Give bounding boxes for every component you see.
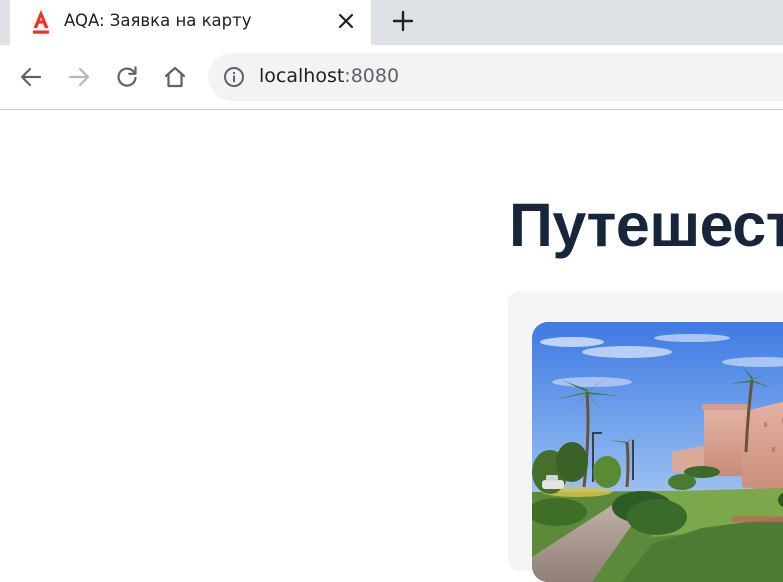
page-title: Путешест <box>509 191 783 259</box>
address-url[interactable]: localhost:8080 <box>259 65 399 87</box>
product-card <box>508 291 783 582</box>
plus-icon[interactable] <box>390 8 416 34</box>
card-image <box>532 322 783 582</box>
arrow-right-icon[interactable] <box>63 61 95 93</box>
info-icon[interactable] <box>223 66 245 88</box>
url-host: localhost <box>259 65 345 87</box>
marrakech-city-walls-palm-trees-photo <box>532 322 783 582</box>
close-icon[interactable] <box>336 11 356 31</box>
browser-tab[interactable]: AQA: Заявка на карту <box>10 0 371 45</box>
alfa-bank-logo-icon <box>33 10 49 34</box>
arrow-left-icon[interactable] <box>15 61 47 93</box>
address-bar[interactable]: localhost:8080 <box>208 53 783 101</box>
reload-icon[interactable] <box>111 61 143 93</box>
tab-title: AQA: Заявка на карту <box>64 11 252 30</box>
tab-strip: AQA: Заявка на карту <box>0 0 783 45</box>
home-icon[interactable] <box>159 61 191 93</box>
url-port: :8080 <box>344 65 400 87</box>
browser-toolbar: localhost:8080 <box>0 45 783 110</box>
